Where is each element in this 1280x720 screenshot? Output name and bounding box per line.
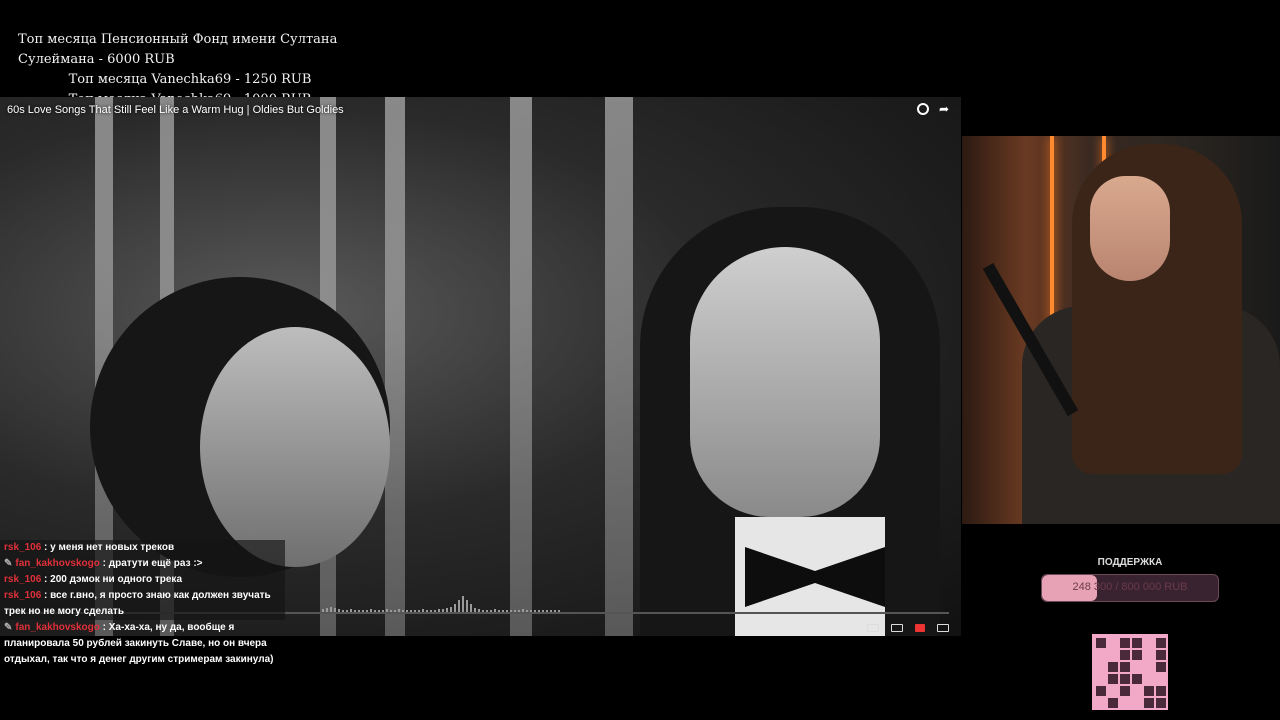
chat-message: rsk_106 : все г.вно, я просто знаю как д… bbox=[0, 588, 285, 620]
support-progress-bar: 248 300 / 800 000 RUB bbox=[1041, 574, 1219, 602]
support-amount: 248 300 / 800 000 RUB bbox=[1072, 581, 1188, 593]
chat-username: rsk_106 bbox=[4, 590, 42, 601]
chat-overlay: rsk_106 : у меня нет новых треков ✎ fan_k… bbox=[0, 540, 285, 668]
player-bottom-controls bbox=[867, 624, 949, 632]
share-icon[interactable]: ➦ bbox=[939, 103, 951, 115]
live-icon[interactable] bbox=[915, 624, 925, 632]
chat-username: fan_kakhovskogo bbox=[15, 622, 100, 633]
clock-icon[interactable] bbox=[917, 103, 929, 115]
visualizer-bar bbox=[458, 600, 460, 612]
chat-message: rsk_106 : 200 дэмок ни одного трека bbox=[0, 572, 285, 588]
chat-message: ✎ fan_kakhovskogo : дратути ещё раз :> bbox=[0, 556, 285, 572]
support-widget: ПОДДЕРЖКА 248 300 / 800 000 RUB bbox=[1041, 557, 1219, 602]
chat-band: rsk_106 : у меня нет новых треков ✎ fan_k… bbox=[0, 540, 285, 620]
visualizer-bar bbox=[454, 604, 456, 612]
settings-icon[interactable] bbox=[891, 624, 903, 632]
qr-module bbox=[1096, 686, 1106, 696]
subtitles-icon[interactable] bbox=[867, 624, 879, 632]
visualizer-bar bbox=[470, 604, 472, 612]
pencil-icon: ✎ bbox=[4, 622, 13, 633]
qr-module bbox=[1120, 650, 1130, 660]
chat-username: rsk_106 bbox=[4, 574, 42, 585]
qr-module bbox=[1120, 638, 1130, 648]
player-top-controls: ➦ bbox=[917, 103, 951, 115]
chat-message: rsk_106 : у меня нет новых треков bbox=[0, 540, 285, 556]
chat-message: ✎ fan_kakhovskogo : Ха-ха-ха, ну да, вооб… bbox=[0, 620, 285, 668]
qr-module bbox=[1120, 674, 1130, 684]
qr-module bbox=[1108, 662, 1118, 672]
qr-module bbox=[1156, 638, 1166, 648]
chat-text: : дратути ещё раз :> bbox=[99, 558, 203, 569]
qr-module bbox=[1156, 662, 1166, 672]
pencil-icon: ✎ bbox=[4, 558, 13, 569]
qr-module bbox=[1144, 686, 1154, 696]
qr-module bbox=[1144, 698, 1154, 708]
fullscreen-icon[interactable] bbox=[937, 624, 949, 632]
chat-username: rsk_106 bbox=[4, 542, 42, 553]
chat-username: fan_kakhovskogo bbox=[15, 558, 100, 569]
qr-module bbox=[1108, 674, 1118, 684]
video-title[interactable]: 60s Love Songs That Still Feel Like a Wa… bbox=[7, 104, 344, 116]
qr-module bbox=[1120, 662, 1130, 672]
man-face bbox=[690, 247, 880, 517]
chat-text: : все г.вно, я просто знаю как должен зв… bbox=[4, 590, 271, 617]
qr-module bbox=[1096, 638, 1106, 648]
qr-module bbox=[1132, 650, 1142, 660]
webcam-feed bbox=[962, 136, 1280, 524]
qr-module bbox=[1132, 638, 1142, 648]
audio-visualizer bbox=[322, 592, 560, 612]
streamer-face bbox=[1090, 176, 1170, 281]
chat-text: : 200 дэмок ни одного трека bbox=[41, 574, 183, 585]
qr-module bbox=[1156, 698, 1166, 708]
qr-module bbox=[1120, 686, 1130, 696]
chat-text: : у меня нет новых треков bbox=[41, 542, 175, 553]
qr-module bbox=[1132, 674, 1142, 684]
visualizer-bar bbox=[466, 600, 468, 612]
support-title: ПОДДЕРЖКА bbox=[1097, 557, 1163, 568]
qr-module bbox=[1156, 686, 1166, 696]
qr-module bbox=[1108, 698, 1118, 708]
qr-code[interactable] bbox=[1092, 634, 1168, 710]
donation-top-1: Топ месяца Пенсионный Фонд имени Султана… bbox=[18, 32, 338, 67]
qr-module bbox=[1156, 650, 1166, 660]
visualizer-bar bbox=[462, 596, 464, 612]
donation-top-2: Топ месяца Vanechka69 - 1250 RUB bbox=[68, 72, 312, 87]
woman-face bbox=[200, 327, 390, 567]
